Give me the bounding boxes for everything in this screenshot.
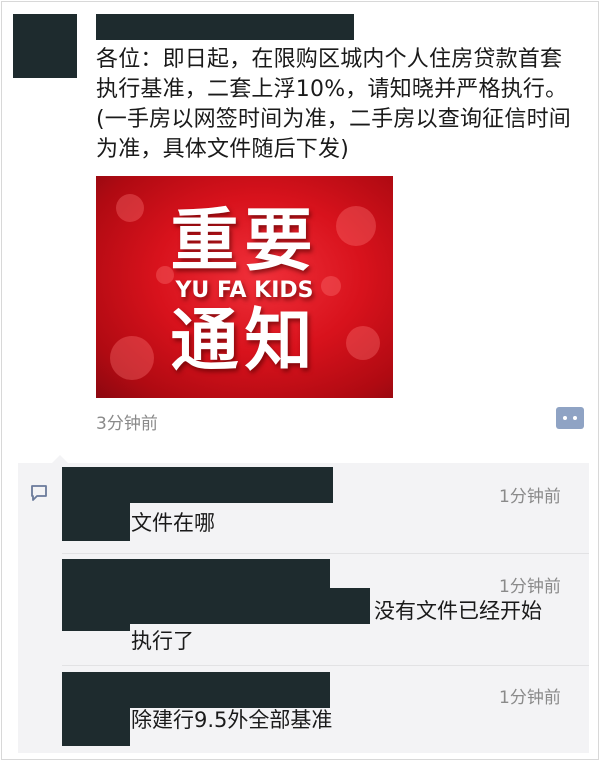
avatar[interactable] xyxy=(13,14,77,78)
more-dots-icon[interactable] xyxy=(556,407,584,429)
poster-name-redacted[interactable] xyxy=(96,14,354,40)
comment-text-continued: 执行了 xyxy=(131,629,194,653)
image-title-top: 重要 xyxy=(170,202,319,281)
post-time: 3分钟前 xyxy=(96,414,158,434)
comment-text: 除建行9.5外全部基准 xyxy=(131,708,333,732)
comment-time: 1分钟前 xyxy=(499,688,561,708)
comment-time: 1分钟前 xyxy=(499,487,561,507)
commenter-name-redacted[interactable] xyxy=(130,467,333,503)
comment-icon xyxy=(31,485,47,501)
comment-time: 1分钟前 xyxy=(499,577,561,597)
commenter-avatar-redacted[interactable] xyxy=(62,467,130,541)
comments-pointer xyxy=(52,455,68,463)
post-text: 各位：即日起，在限购区城内个人住房贷款首套执行基准，二套上浮10%，请知晓并严格… xyxy=(96,47,571,162)
commenter-name-redacted[interactable] xyxy=(130,672,330,708)
image-subtitle: YU FA KIDS xyxy=(175,278,314,303)
comment-text: 文件在哪 xyxy=(131,511,215,535)
commenter-avatar-redacted[interactable] xyxy=(62,672,130,746)
comment-text: 没有文件已经开始 xyxy=(374,599,542,623)
dot xyxy=(563,416,567,420)
dot xyxy=(573,416,577,420)
post-image[interactable]: 重要 YU FA KIDS 通知 xyxy=(96,176,393,398)
reply-target-redacted[interactable] xyxy=(130,588,370,624)
commenter-avatar-redacted[interactable] xyxy=(62,559,130,631)
image-title-bottom: 通知 xyxy=(170,302,319,381)
comment-divider xyxy=(62,553,589,554)
comment-divider xyxy=(62,665,589,666)
